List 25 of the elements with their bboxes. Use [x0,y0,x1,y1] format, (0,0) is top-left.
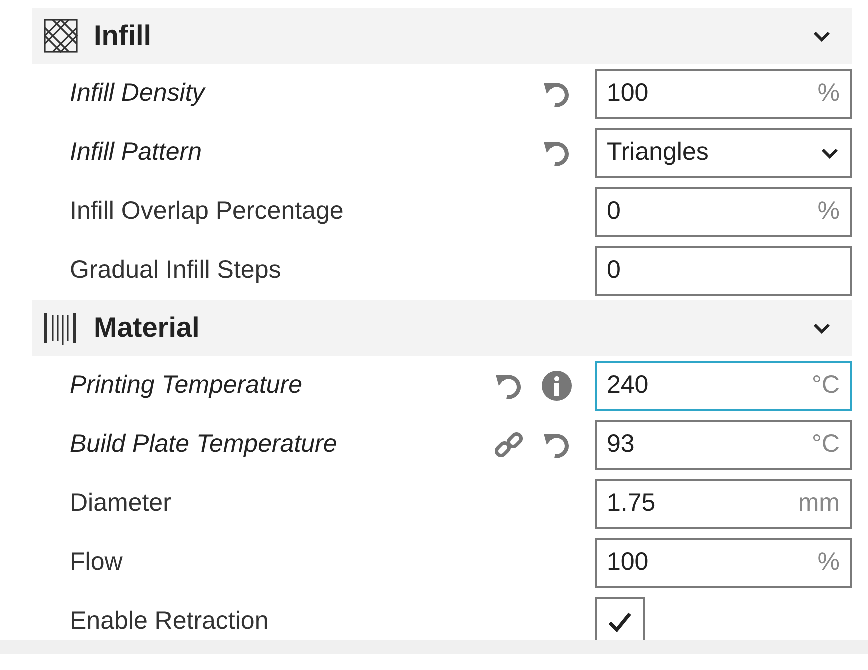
setting-label: Infill Overlap Percentage [70,197,345,226]
chevron-icon[interactable] [812,321,832,335]
barcode-lines-icon [44,311,78,345]
number-field[interactable]: 0 % [595,186,852,236]
setting-label: Enable Retraction [70,607,270,636]
setting-label: Flow [70,548,124,577]
setting-label: Diameter [70,489,172,518]
setting-label: Gradual Infill Steps [70,256,282,285]
number-field[interactable]: 100 % [595,68,852,118]
setting-label: Printing Temperature [70,371,304,400]
info-icon[interactable] [541,370,573,402]
section-header[interactable]: Infill [32,8,852,64]
number-field[interactable]: 1.75 mm [595,478,852,528]
number-field[interactable]: 93 °C [595,420,852,470]
setting-label: Infill Density [70,79,207,108]
number-field[interactable]: 240 °C [595,360,852,410]
crosshatch-icon [44,19,78,53]
setting-label: Infill Pattern [70,138,204,167]
dropdown[interactable]: Triangles [595,128,852,178]
check-icon [607,610,633,632]
number-field[interactable]: 0 [595,246,852,296]
number-field[interactable]: 100 % [595,538,852,588]
chevron-icon[interactable] [812,29,832,43]
section-header[interactable]: Material [32,300,852,356]
setting-label: Build Plate Temperature [70,430,338,459]
